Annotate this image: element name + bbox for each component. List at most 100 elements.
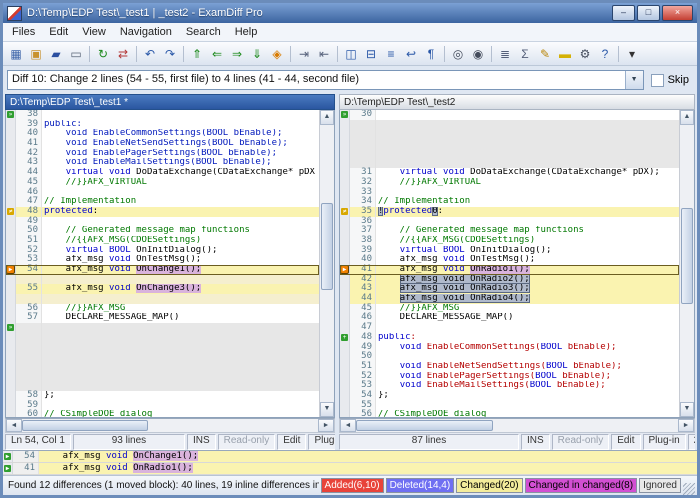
first-diff-icon[interactable]: ⇑ <box>188 44 207 63</box>
code-line[interactable]: 41 void EnableNetSendSettings(BOOL bEnab… <box>6 139 319 149</box>
scroll-right-icon[interactable]: ► <box>318 419 334 432</box>
left-pane-header[interactable]: D:\Temp\EDP Test\_test1 * <box>5 94 335 110</box>
code-line[interactable]: 43 afx_msg void OnRadio3(); <box>340 284 679 294</box>
code-line[interactable] <box>6 372 319 382</box>
last-diff-icon[interactable]: ⇓ <box>248 44 267 63</box>
scroll-up-icon[interactable]: ▲ <box>680 110 694 125</box>
code-line[interactable]: 38 //{{AFX_MSG(CDOESettings) <box>340 236 679 246</box>
code-line[interactable]: 45 //}}AFX_MSG <box>340 304 679 314</box>
code-line[interactable]: 36 <box>340 217 679 227</box>
code-line[interactable]: 47// Implementation <box>6 197 319 207</box>
vertical-split-icon[interactable]: ◫ <box>342 44 361 63</box>
right-vertical-scrollbar[interactable]: ▲ ▼ <box>679 110 694 417</box>
highlight-icon[interactable]: ▬ <box>556 44 575 63</box>
right-vscroll-thumb[interactable] <box>681 208 693 304</box>
skip-checkbox[interactable] <box>651 74 664 87</box>
minimize-button[interactable]: – <box>612 5 635 21</box>
code-line[interactable]: 51 void EnableNetSendSettings(BOOL bEnab… <box>340 362 679 372</box>
copy-block-right-icon[interactable]: ⇥ <box>295 44 314 63</box>
code-line[interactable]: 57 DECLARE_MESSAGE_MAP() <box>6 313 319 323</box>
code-line[interactable] <box>6 333 319 343</box>
code-line[interactable] <box>340 158 679 168</box>
undo-icon[interactable]: ↶ <box>141 44 160 63</box>
code-line[interactable]: 44 virtual void DoDataExchange(CDataExch… <box>6 168 319 178</box>
code-line[interactable]: +48public: <box>340 333 679 343</box>
scroll-right-icon[interactable]: ► <box>678 419 694 432</box>
code-line[interactable]: 45 //}}AFX_VIRTUAL <box>6 178 319 188</box>
code-line[interactable]: 42 void EnablePagerSettings(BOOL bEnable… <box>6 149 319 159</box>
edit-file-icon[interactable]: ✎ <box>536 44 555 63</box>
horizontal-split-icon[interactable]: ⊟ <box>362 44 381 63</box>
code-line[interactable] <box>340 120 679 130</box>
left-vscroll-track[interactable] <box>320 125 334 402</box>
code-line[interactable] <box>340 149 679 159</box>
code-line[interactable]: ▶41 afx_msg void OnRadio1(); <box>340 265 679 275</box>
code-line[interactable]: 40 afx_msg void OnTestMsg(); <box>340 255 679 265</box>
save-icon[interactable]: ▰ <box>47 44 66 63</box>
code-line[interactable]: »38 <box>6 110 319 120</box>
whitespace-icon[interactable]: ¶ <box>422 44 441 63</box>
compare-icon[interactable]: ▦ <box>7 44 26 63</box>
code-line[interactable]: 44 afx_msg void OnRadio4(); <box>340 294 679 304</box>
code-line[interactable]: 55 <box>340 401 679 411</box>
code-line[interactable]: 54}; <box>340 391 679 401</box>
report-icon[interactable]: ≣ <box>496 44 515 63</box>
code-line[interactable]: ≠48protected: <box>6 207 319 217</box>
code-line[interactable]: 50 <box>340 352 679 362</box>
help-icon[interactable]: ? <box>596 44 615 63</box>
right-hscroll-thumb[interactable] <box>356 420 493 431</box>
copy-block-left-icon[interactable]: ⇤ <box>315 44 334 63</box>
find-next-icon[interactable]: ◉ <box>469 44 488 63</box>
code-line[interactable]: 49 <box>6 217 319 227</box>
diff-combo-dropdown-button[interactable]: ▼ <box>625 71 643 89</box>
code-line[interactable]: 33 <box>340 188 679 198</box>
toolbar-overflow-icon[interactable]: ▾ <box>623 44 642 63</box>
code-line[interactable]: ≠35!protected0: <box>340 207 679 217</box>
left-hscroll-track[interactable] <box>22 419 318 432</box>
left-hscroll-thumb[interactable] <box>22 420 148 431</box>
menu-view[interactable]: View <box>75 25 113 39</box>
open-icon[interactable]: ▣ <box>27 44 46 63</box>
code-line[interactable]: 53 afx_msg void OnTestMsg(); <box>6 255 319 265</box>
resize-grip-icon[interactable] <box>683 483 695 495</box>
code-line[interactable]: ▶54 afx_msg void OnChange1(); <box>3 451 697 463</box>
code-line[interactable]: 58}; <box>6 391 319 401</box>
find-icon[interactable]: ◎ <box>449 44 468 63</box>
code-line[interactable]: 49 void EnableCommonSettings(BOOL bEnabl… <box>340 343 679 353</box>
left-horizontal-scrollbar[interactable]: ◄ ► <box>5 418 335 433</box>
code-line[interactable] <box>6 294 319 304</box>
code-line[interactable]: 53 void EnableMailSettings(BOOL bEnable)… <box>340 381 679 391</box>
redo-icon[interactable]: ↷ <box>161 44 180 63</box>
code-line[interactable]: 52 void EnablePagerSettings(BOOL bEnable… <box>340 372 679 382</box>
line-numbers-icon[interactable]: ≡ <box>382 44 401 63</box>
menu-search[interactable]: Search <box>179 25 228 39</box>
statistics-icon[interactable]: Σ <box>516 44 535 63</box>
code-line[interactable]: 39 virtual BOOL OnInitDialog(); <box>340 246 679 256</box>
current-diff-icon[interactable]: ◈ <box>268 44 287 63</box>
code-line[interactable] <box>340 139 679 149</box>
code-line[interactable]: »30 <box>340 110 679 120</box>
close-button[interactable]: × <box>662 5 693 21</box>
code-line[interactable]: 56 //}}AFX_MSG <box>6 304 319 314</box>
menu-files[interactable]: Files <box>5 25 42 39</box>
menu-edit[interactable]: Edit <box>42 25 75 39</box>
code-line[interactable]: 42 afx_msg void OnRadio2(); <box>340 275 679 285</box>
next-diff-icon[interactable]: ⇒ <box>228 44 247 63</box>
swap-panes-icon[interactable]: ⇄ <box>114 44 133 63</box>
scroll-down-icon[interactable]: ▼ <box>320 402 334 417</box>
code-line[interactable]: 39public: <box>6 120 319 130</box>
scroll-left-icon[interactable]: ◄ <box>340 419 356 432</box>
code-line[interactable]: 55 afx_msg void OnChange3(); <box>6 284 319 294</box>
left-vertical-scrollbar[interactable]: ▲ ▼ <box>319 110 334 417</box>
diff-combo[interactable]: Diff 10: Change 2 lines (54 - 55, first … <box>7 70 644 90</box>
code-line[interactable]: 31 virtual void DoDataExchange(CDataExch… <box>340 168 679 178</box>
print-icon[interactable]: ▭ <box>67 44 86 63</box>
code-line[interactable]: » <box>6 323 319 333</box>
code-line[interactable]: 43 void EnableMailSettings(BOOL bEnable)… <box>6 158 319 168</box>
prev-diff-icon[interactable]: ⇐ <box>208 44 227 63</box>
code-line[interactable]: 32 //}}AFX_VIRTUAL <box>340 178 679 188</box>
word-wrap-icon[interactable]: ↩ <box>402 44 421 63</box>
code-line[interactable]: 59 <box>6 401 319 411</box>
recompare-icon[interactable]: ↻ <box>94 44 113 63</box>
code-line[interactable] <box>6 275 319 285</box>
